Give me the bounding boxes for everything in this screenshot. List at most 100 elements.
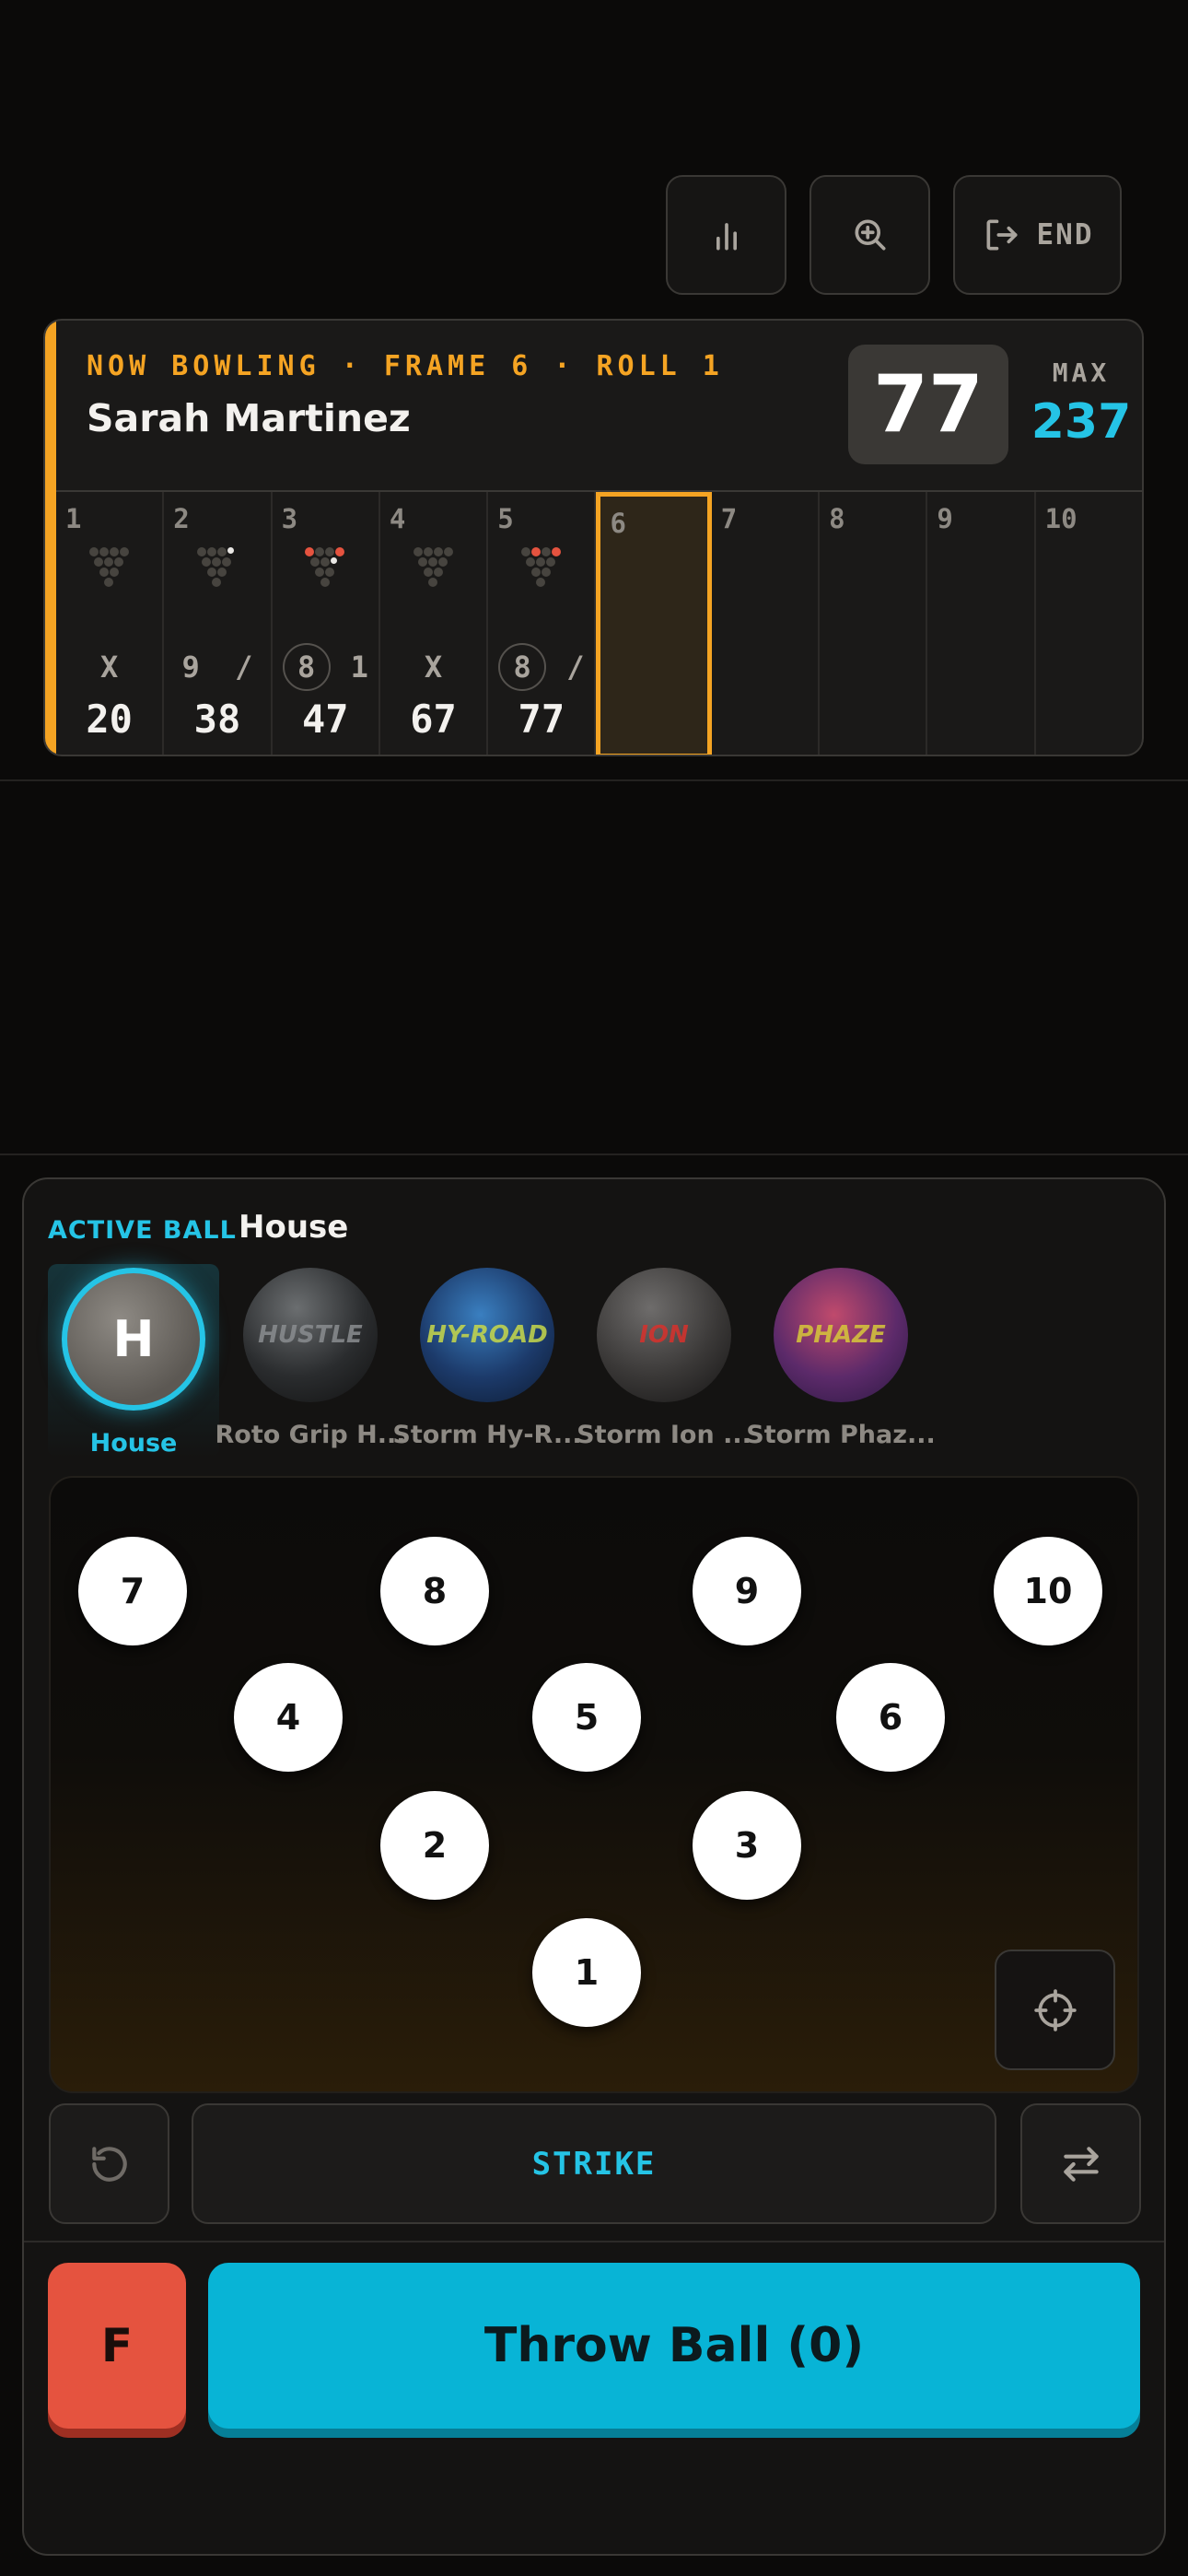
strike-button[interactable]: STRIKE [192, 2103, 996, 2224]
storm-phaze-ball: PHAZE [774, 1268, 908, 1402]
zoom-in-icon [855, 219, 885, 251]
pin-deck: 1 2 3 4 5 6 7 8 9 10 [49, 1476, 1139, 2093]
frame-5[interactable]: 5 8 / 77 [488, 492, 597, 755]
frame-number: 6 [610, 508, 626, 539]
roll-2: / [235, 650, 253, 685]
undo-button[interactable] [49, 2103, 169, 2224]
ball-option-roto-grip[interactable]: HUSTLE Roto Grip H... [215, 1264, 406, 1458]
ball-name: Roto Grip H... [215, 1421, 406, 1449]
roll-2: 1 [350, 650, 368, 685]
frame-rolls: X [56, 644, 162, 690]
frame-8[interactable]: 8 [820, 492, 928, 755]
mini-pin-7 [196, 547, 206, 556]
ball-option-house[interactable]: H House [48, 1264, 219, 1458]
pin-10[interactable]: 10 [994, 1537, 1102, 1645]
foul-button[interactable]: F [48, 2263, 186, 2429]
mini-pin-10 [335, 547, 345, 556]
ball-option-storm-phaze[interactable]: PHAZE Storm Phaz... [746, 1264, 936, 1458]
frame-number: 7 [720, 503, 738, 534]
mini-pin-9 [109, 547, 119, 556]
frames-row: 1 X 20 2 9 / 38 3 8 1 47 4 X 67 5 8 / 77… [56, 490, 1142, 755]
frame-total: 77 [518, 697, 565, 742]
mini-pin-8 [530, 547, 541, 556]
mini-pin-2 [423, 568, 433, 577]
aim-button[interactable] [995, 1950, 1115, 2070]
frame-4[interactable]: 4 X 67 [380, 492, 489, 755]
current-score: 77 [848, 345, 1008, 464]
pin-8[interactable]: 8 [380, 1537, 489, 1645]
scorecard-accent [45, 321, 56, 755]
mini-pin-10 [119, 547, 129, 556]
ball-option-storm-ion[interactable]: ION Storm Ion ... [577, 1264, 751, 1458]
ball-name: House [89, 1429, 178, 1458]
house-ball: H [62, 1268, 205, 1411]
frame-total: 47 [301, 697, 349, 742]
throw-ball-button[interactable]: Throw Ball (0) [208, 2263, 1140, 2429]
roll-1-split: 8 [282, 643, 331, 691]
roto-grip-ball: HUSTLE [243, 1268, 378, 1402]
pin-7[interactable]: 7 [78, 1537, 187, 1645]
pin-4[interactable]: 4 [234, 1663, 343, 1772]
pin-3[interactable]: 3 [693, 1791, 801, 1900]
pin-1[interactable]: 1 [532, 1918, 641, 2027]
end-label: END [1036, 218, 1094, 252]
mini-pin-1 [536, 578, 546, 587]
frame-number: 3 [281, 503, 298, 534]
storm-ion-ball: ION [597, 1268, 731, 1402]
frame-rolls: X [380, 644, 486, 690]
ball-name: Storm Hy-R... [392, 1421, 582, 1449]
swap-icon [1063, 2146, 1099, 2182]
roll-1: X [424, 650, 443, 685]
ball-name: Storm Phaz... [746, 1421, 936, 1449]
mini-pin-5 [104, 557, 114, 567]
mini-pin-4 [309, 557, 320, 567]
ball-option-storm-hy-road[interactable]: HY-ROAD Storm Hy-R... [392, 1264, 582, 1458]
mini-pin-9 [433, 547, 443, 556]
pin-5[interactable]: 5 [532, 1663, 641, 1772]
mini-pin-10 [551, 547, 561, 556]
frame-number: 8 [829, 503, 845, 534]
now-bowling-status: NOW BOWLING · FRAME 6 · ROLL 1 [87, 350, 724, 382]
end-game-button[interactable]: END [953, 175, 1122, 295]
frame-2[interactable]: 2 9 / 38 [164, 492, 273, 755]
max-label: MAX [1052, 357, 1111, 388]
pin-diagram [88, 547, 130, 588]
frame-total: 20 [86, 697, 133, 742]
mini-pin-5 [428, 557, 438, 567]
mini-pin-4 [418, 557, 428, 567]
pin-9[interactable]: 9 [693, 1537, 801, 1645]
frame-number: 10 [1044, 503, 1077, 534]
ball-name: Storm Ion ... [577, 1421, 751, 1449]
mini-pin-3 [216, 568, 227, 577]
pin-diagram [413, 547, 454, 588]
mini-pin-3 [109, 568, 119, 577]
zoom-button[interactable] [809, 175, 930, 295]
frame-3[interactable]: 3 8 1 47 [273, 492, 380, 755]
divider [0, 779, 1188, 781]
mini-pin-1 [428, 578, 438, 587]
scorecard: NOW BOWLING · FRAME 6 · ROLL 1 Sarah Mar… [43, 319, 1144, 756]
pin-6[interactable]: 6 [836, 1663, 945, 1772]
mini-pin-10 [227, 547, 234, 554]
frame-9[interactable]: 9 [927, 492, 1036, 755]
panel-divider [24, 2241, 1164, 2242]
mini-pin-7 [520, 547, 530, 556]
mini-pin-8 [423, 547, 433, 556]
max-score: 237 [1031, 394, 1132, 450]
frame-6-current[interactable]: 6 [596, 492, 712, 755]
mini-pin-3 [433, 568, 443, 577]
pin-diagram [520, 547, 562, 588]
frame-number: 2 [173, 503, 190, 534]
pin-2[interactable]: 2 [380, 1791, 489, 1900]
swap-button[interactable] [1020, 2103, 1141, 2224]
mini-pin-10 [443, 547, 453, 556]
exit-icon [986, 219, 1017, 251]
active-ball-label: ACTIVE BALL [48, 1216, 237, 1245]
frame-7[interactable]: 7 [712, 492, 821, 755]
stats-button[interactable] [666, 175, 786, 295]
mini-pin-2 [315, 568, 325, 577]
mini-pin-3 [325, 568, 335, 577]
pin-diagram [305, 547, 345, 588]
frame-1[interactable]: 1 X 20 [56, 492, 165, 755]
frame-10[interactable]: 10 [1036, 492, 1142, 755]
